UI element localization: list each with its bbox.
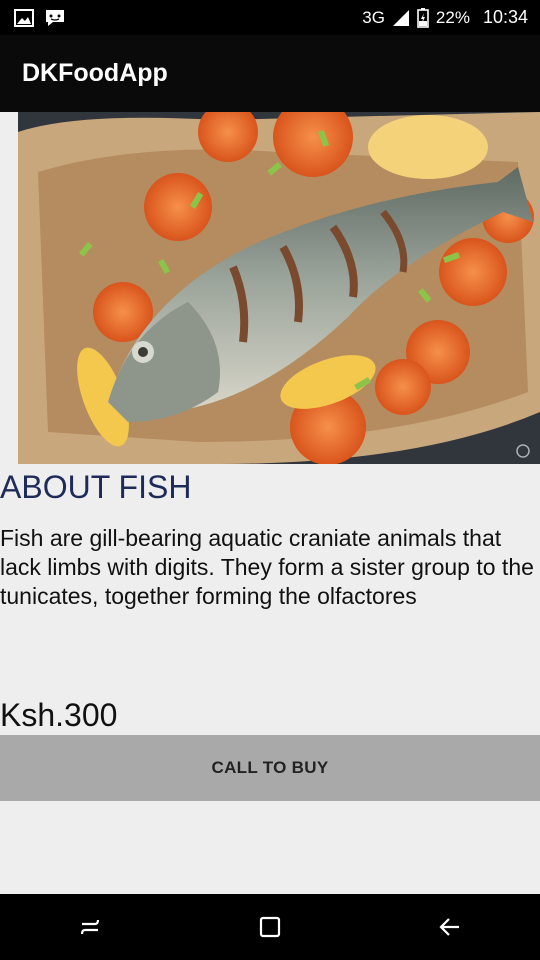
app-bar: DKFoodApp [0, 35, 540, 112]
battery-icon [417, 7, 429, 28]
status-left [14, 8, 66, 28]
product-title: ABOUT FISH [0, 469, 192, 505]
product-price: Ksh.300 [0, 697, 118, 733]
product-description: Fish are gill-bearing aquatic craniate a… [0, 525, 534, 609]
home-icon[interactable] [230, 897, 310, 957]
back-icon[interactable] [410, 897, 490, 957]
navigation-bar [0, 894, 540, 960]
status-right: 3G 22% 10:34 [362, 7, 528, 28]
battery-percent: 22% [435, 7, 470, 27]
status-bar: 3G 22% 10:34 [0, 0, 540, 35]
signal-icon [392, 9, 410, 27]
call-to-buy-button[interactable]: CALL TO BUY [0, 735, 540, 801]
recent-apps-icon[interactable] [50, 897, 130, 957]
network-type: 3G [362, 7, 385, 27]
image-icon [14, 8, 34, 27]
clock: 10:34 [482, 7, 528, 27]
chat-icon [44, 8, 66, 28]
baked-fish-image [18, 112, 540, 464]
app-title: DKFoodApp [22, 59, 168, 87]
watermark [516, 444, 530, 458]
